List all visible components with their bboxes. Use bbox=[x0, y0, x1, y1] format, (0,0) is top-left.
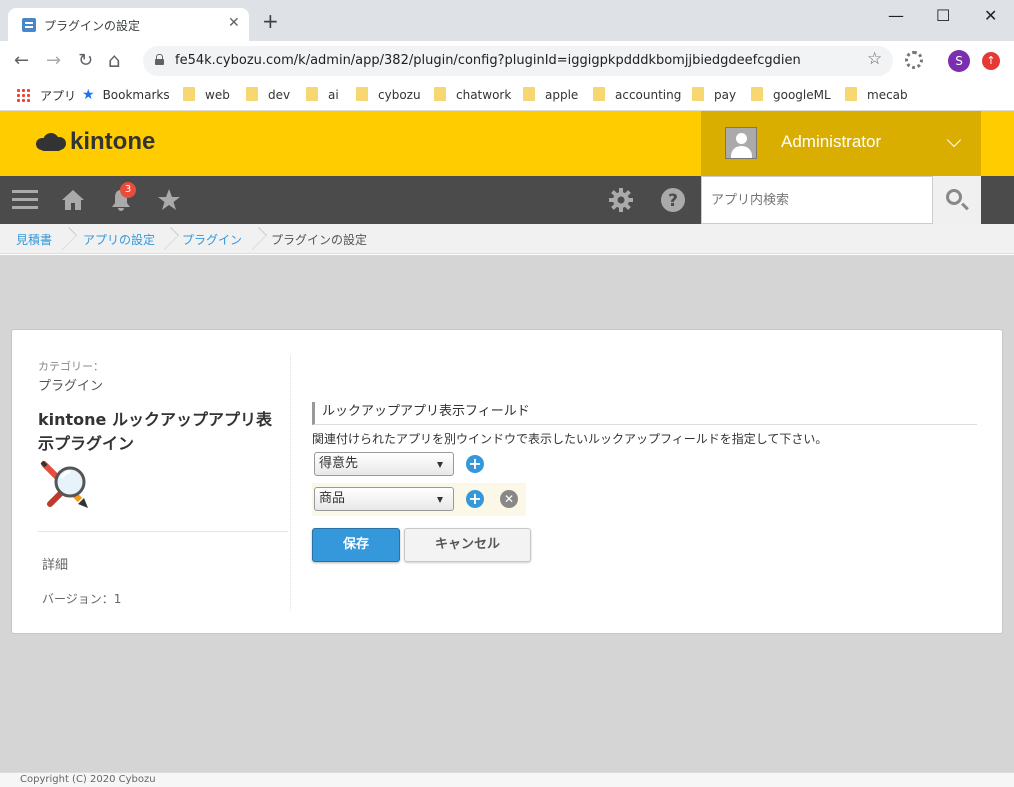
kintone-header: kintone Administrator bbox=[0, 111, 1014, 176]
sidebar-divider bbox=[38, 531, 288, 532]
plugin-info-sidebar: カテゴリー： プラグイン kintone ルックアップアプリ表示プラグイン 詳細… bbox=[12, 330, 292, 610]
lock-icon[interactable] bbox=[155, 54, 164, 65]
minimize-button[interactable]: — bbox=[888, 6, 904, 25]
close-tab-icon[interactable]: ✕ bbox=[228, 15, 240, 31]
breadcrumb-separator bbox=[60, 224, 76, 254]
app-search-box[interactable] bbox=[701, 176, 933, 224]
apps-grid-icon bbox=[16, 88, 30, 102]
new-tab-button[interactable]: + bbox=[262, 11, 279, 31]
close-window-button[interactable]: ✕ bbox=[984, 6, 997, 25]
home-icon[interactable] bbox=[61, 189, 85, 211]
star-icon[interactable] bbox=[157, 188, 181, 212]
section-description: 関連付けられたアプリを別ウインドウで表示したいルックアップフィールドを指定して下… bbox=[312, 432, 828, 446]
category-value: プラグイン bbox=[38, 379, 104, 394]
breadcrumb-app[interactable]: 見積書 bbox=[16, 231, 52, 248]
search-button[interactable] bbox=[933, 176, 981, 224]
folder-icon bbox=[246, 87, 258, 101]
bookmark-cybozu[interactable]: cybozu bbox=[356, 87, 421, 102]
kintone-logo[interactable]: kintone bbox=[70, 128, 155, 156]
bookmark-star-icon[interactable]: ☆ bbox=[867, 49, 882, 69]
profile-avatar[interactable]: S bbox=[948, 50, 970, 72]
username: Administrator bbox=[781, 132, 882, 151]
home-icon[interactable]: ⌂ bbox=[108, 48, 121, 72]
dropdown-arrow-icon bbox=[437, 497, 443, 503]
field-select[interactable]: 得意先 bbox=[314, 452, 454, 476]
search-icon bbox=[946, 189, 962, 205]
bookmark-pay[interactable]: pay bbox=[692, 87, 736, 102]
kintone-logo-icon[interactable] bbox=[36, 132, 66, 152]
folder-icon bbox=[434, 87, 446, 101]
hamburger-menu-icon[interactable] bbox=[12, 190, 38, 210]
reload-icon[interactable]: ↻ bbox=[78, 50, 93, 71]
bookmark-dev[interactable]: dev bbox=[246, 87, 290, 102]
folder-icon bbox=[183, 87, 195, 101]
dropdown-arrow-icon bbox=[437, 462, 443, 468]
folder-icon bbox=[692, 87, 704, 101]
maximize-button[interactable]: ☐ bbox=[936, 6, 950, 25]
field-select[interactable]: 商品 bbox=[314, 487, 454, 511]
update-icon[interactable]: ↑ bbox=[982, 52, 1000, 70]
section-title: ルックアップアプリ表示フィールド bbox=[312, 402, 977, 425]
svg-text:?: ? bbox=[668, 191, 678, 211]
browser-tab[interactable]: プラグインの設定 ✕ bbox=[8, 8, 249, 41]
category-label: カテゴリー： bbox=[38, 360, 104, 373]
save-button[interactable]: 保存 bbox=[312, 528, 400, 562]
bookmark-apple[interactable]: apple bbox=[523, 87, 578, 102]
breadcrumb-plugins[interactable]: プラグイン bbox=[182, 231, 242, 248]
app-search-input[interactable] bbox=[702, 177, 902, 223]
extension-gear-icon[interactable] bbox=[905, 51, 923, 69]
cancel-button[interactable]: キャンセル bbox=[404, 528, 531, 562]
content-area: カテゴリー： プラグイン kintone ルックアップアプリ表示プラグイン 詳細… bbox=[0, 255, 1014, 772]
footer: Copyright (C) 2020 Cybozu bbox=[0, 772, 1014, 787]
bookmark-mecab[interactable]: mecab bbox=[845, 87, 908, 102]
magnifier-pencil-icon bbox=[40, 460, 88, 508]
breadcrumb-app-settings[interactable]: アプリの設定 bbox=[83, 231, 155, 248]
kintone-navbar: ? bbox=[0, 176, 1014, 224]
breadcrumb-separator bbox=[162, 224, 178, 254]
folder-icon bbox=[751, 87, 763, 101]
url-text[interactable]: fe54k.cybozu.com/k/admin/app/382/plugin/… bbox=[175, 53, 801, 68]
breadcrumb-separator bbox=[250, 224, 266, 254]
folder-icon bbox=[593, 87, 605, 101]
folder-icon bbox=[356, 87, 368, 101]
browser-tab-bar: プラグインの設定 ✕ + — ☐ ✕ bbox=[0, 0, 1014, 41]
bookmark-web[interactable]: web bbox=[183, 87, 230, 102]
address-bar[interactable]: fe54k.cybozu.com/k/admin/app/382/plugin/… bbox=[143, 46, 893, 76]
bookmark-chatwork[interactable]: chatwork bbox=[434, 87, 511, 102]
help-icon[interactable]: ? bbox=[660, 187, 686, 213]
browser-toolbar: ← → ↻ ⌂ fe54k.cybozu.com/k/admin/app/382… bbox=[0, 41, 1014, 81]
back-arrow-icon[interactable]: ← bbox=[14, 50, 29, 71]
folder-icon bbox=[523, 87, 535, 101]
bookmark-bookmarks[interactable]: ★ Bookmarks bbox=[82, 87, 170, 103]
add-row-button[interactable]: + bbox=[466, 455, 484, 473]
gear-icon[interactable] bbox=[608, 187, 634, 213]
detail-link[interactable]: 詳細 bbox=[42, 554, 68, 573]
notification-badge: 3 bbox=[120, 182, 136, 198]
user-menu[interactable]: Administrator bbox=[701, 111, 981, 176]
bookmark-ai[interactable]: ai bbox=[306, 87, 339, 102]
column-divider bbox=[290, 355, 291, 610]
add-row-button[interactable]: + bbox=[466, 490, 484, 508]
breadcrumb: 見積書 アプリの設定 プラグイン プラグインの設定 bbox=[0, 224, 1014, 254]
field-row: 商品 + ✕ bbox=[312, 483, 526, 516]
list-icon bbox=[22, 18, 36, 32]
remove-row-button[interactable]: ✕ bbox=[500, 490, 518, 508]
breadcrumb-current: プラグインの設定 bbox=[271, 233, 368, 247]
bookmark-googleml[interactable]: googleML bbox=[751, 87, 831, 102]
tab-title: プラグインの設定 bbox=[44, 19, 141, 33]
folder-icon bbox=[845, 87, 857, 101]
plugin-version: バージョン：1 bbox=[42, 592, 122, 606]
plugin-config-panel: カテゴリー： プラグイン kintone ルックアップアプリ表示プラグイン 詳細… bbox=[11, 329, 1003, 634]
star-icon: ★ bbox=[82, 87, 95, 103]
folder-icon bbox=[306, 87, 318, 101]
chevron-down-icon bbox=[946, 132, 962, 148]
forward-arrow-icon[interactable]: → bbox=[46, 50, 61, 71]
user-avatar-icon bbox=[725, 127, 757, 159]
plugin-name: kintone ルックアップアプリ表示プラグイン bbox=[38, 410, 272, 453]
field-row: 得意先 + bbox=[312, 448, 526, 481]
bookmark-accounting[interactable]: accounting bbox=[593, 87, 681, 102]
bookmark-apps[interactable]: アプリ bbox=[16, 87, 76, 104]
copyright: Copyright (C) 2020 Cybozu bbox=[20, 774, 156, 785]
bookmarks-bar: アプリ ★ Bookmarks web dev ai cybozu chatwor… bbox=[0, 81, 1014, 111]
